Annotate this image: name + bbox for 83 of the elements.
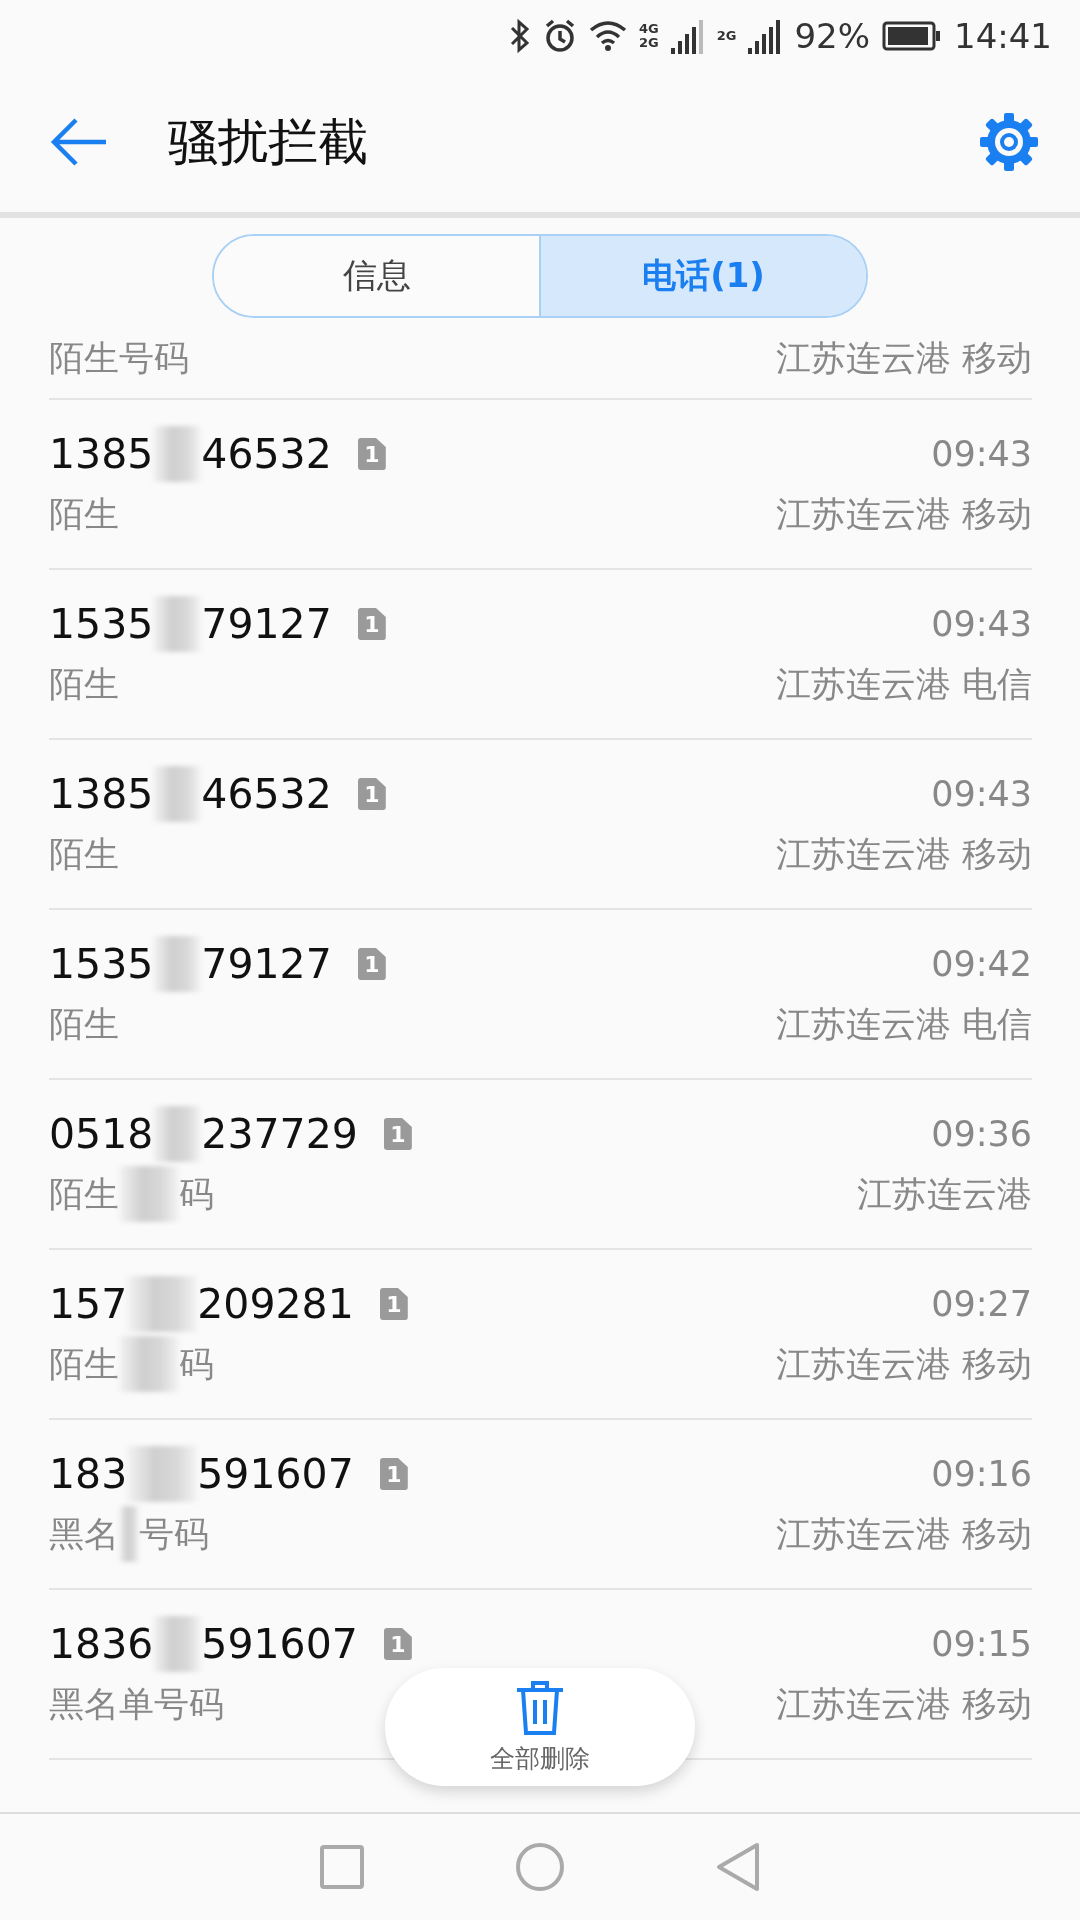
redaction-blur [153,1616,202,1672]
call-time: 09:43 [931,774,1032,814]
phone-number: 0518 [49,1110,154,1158]
sim-card-icon: 1 [379,1458,408,1490]
sim-card-icon: 1 [383,1118,412,1150]
clock: 14:41 [954,16,1052,56]
recents-button[interactable] [319,1844,365,1890]
caller-type: 陌生号码 [49,336,189,380]
phone-number: 209281 [197,1280,354,1328]
caller-location: 江苏连云港 移动 [775,1512,1032,1556]
caller-location: 江苏连云港 移动 [775,336,1032,380]
call-time: 09:42 [931,944,1032,984]
redaction-blur [119,1336,179,1392]
redaction-blur [153,936,202,992]
caller-location: 江苏连云港 移动 [775,1342,1032,1386]
phone-number: 79127 [201,940,332,988]
redaction-blur [153,1106,202,1162]
back-nav-button[interactable] [715,1842,761,1892]
tab[interactable]: 电话(1) [539,236,866,316]
phone-number: 591607 [201,1620,358,1668]
sim-card-icon: 1 [357,948,386,980]
call-time: 09:27 [931,1284,1032,1324]
call-time: 09:15 [931,1624,1032,1664]
call-time: 09:43 [931,604,1032,644]
network-type: 4G 2G [639,22,659,50]
alarm-icon [543,18,577,54]
caller-type: 陌生 [49,1342,119,1386]
home-button[interactable] [515,1842,565,1892]
redaction-blur [153,766,202,822]
caller-type: 码 [179,1172,214,1216]
redaction-blur [119,1506,139,1562]
redaction-blur [153,426,202,482]
settings-button[interactable] [978,111,1040,173]
caller-location: 江苏连云港 移动 [775,492,1032,536]
sim-card-icon: 1 [379,1288,408,1320]
caller-location: 江苏连云港 移动 [775,832,1032,876]
signal-icon [748,18,783,54]
phone-number: 183 [49,1450,128,1498]
network-type: 2G [716,29,737,43]
caller-type: 陌生 [49,832,119,876]
caller-type: 码 [179,1342,214,1386]
phone-number: 46532 [201,430,332,478]
caller-location: 江苏连云港 电信 [775,1002,1032,1046]
phone-number: 46532 [201,770,332,818]
caller-type: 陌生 [49,1172,119,1216]
sim-card-icon: 1 [357,438,386,470]
wifi-icon [589,20,627,52]
redaction-blur [127,1276,198,1332]
phone-number: 1535 [49,940,154,988]
redaction-blur [127,1446,198,1502]
caller-location: 江苏连云港 移动 [775,1682,1032,1726]
page-title: 骚扰拦截 [168,111,369,173]
sim-card-icon: 1 [383,1628,412,1660]
call-time: 09:43 [931,434,1032,474]
phone-number: 237729 [201,1110,358,1158]
phone-number: 79127 [201,600,332,648]
delete-all-button[interactable]: 全部删除 [385,1668,695,1786]
phone-number: 157 [49,1280,128,1328]
sim-card-icon: 1 [357,778,386,810]
sim-card-icon: 1 [357,608,386,640]
back-button[interactable] [50,117,108,167]
call-time: 09:36 [931,1114,1032,1154]
caller-type: 陌生 [49,662,119,706]
phone-number: 591607 [197,1450,354,1498]
signal-icon [670,18,705,54]
redaction-blur [119,1166,179,1222]
call-time: 09:16 [931,1454,1032,1494]
phone-number: 1836 [49,1620,154,1668]
phone-number: 1385 [49,430,154,478]
caller-location: 江苏连云港 电信 [775,662,1032,706]
redaction-blur [153,596,202,652]
caller-type: 陌生 [49,492,119,536]
battery-icon [882,21,942,51]
bluetooth-icon [509,18,531,54]
caller-type: 黑名 [49,1512,119,1556]
caller-type: 黑名单号码 [49,1682,224,1726]
caller-type: 陌生 [49,1002,119,1046]
phone-number: 1385 [49,770,154,818]
caller-type: 号码 [139,1512,209,1556]
caller-location: 江苏连云港 [857,1172,1032,1216]
trash-icon [515,1679,565,1736]
battery-percent: 92% [794,16,870,56]
phone-number: 1535 [49,600,154,648]
